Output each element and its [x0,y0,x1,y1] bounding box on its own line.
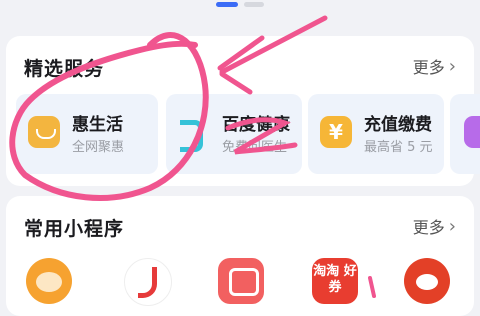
featured-more-link[interactable]: 更多 › [413,54,456,78]
tiger-avatar-icon[interactable] [26,258,72,304]
service-hui-life[interactable]: 惠生活 全网聚惠 [16,94,158,174]
recharge-icon: ¥ [320,116,352,148]
service-recharge[interactable]: ¥ 充值缴费 最高省 5 元 [308,94,444,174]
service-desc: 全网聚惠 [72,140,125,155]
page-dot-inactive [244,2,264,7]
service-baidu-health[interactable]: 百度健康 免费问医生 [166,94,302,174]
red-owl-icon[interactable] [404,258,450,304]
page-indicator [0,2,480,8]
more-label: 更多 [412,218,445,237]
mini-programs-more-link[interactable]: 更多 › [413,214,456,238]
chevron-right-icon: › [448,55,456,77]
service-name: 百度健康 [222,115,290,135]
featured-services-title: 精选服务 [24,58,105,80]
mini-programs-title: 常用小程序 [24,218,125,240]
red-d-logo-icon[interactable] [124,258,172,306]
hui-life-icon [28,116,60,148]
service-name: 惠生活 [72,115,123,135]
service-desc: 最高省 5 元 [364,140,433,155]
red-frame-logo-icon[interactable] [218,258,264,304]
chevron-right-icon: › [448,215,456,237]
more-label: 更多 [412,58,445,77]
baidu-health-icon [178,116,210,152]
service-name: 充值缴费 [364,115,432,135]
page-dot-active [216,2,238,7]
purple-service-icon [464,116,480,148]
service-partial[interactable] [450,94,480,174]
taotao-logo-icon[interactable]: 淘淘 好券 [312,258,358,304]
featured-services-card: 精选服务 更多 › 惠生活 全网聚惠 百度健康 免费问医生 ¥ 充值缴费 最高省… [6,36,480,186]
service-desc: 免费问医生 [222,140,288,155]
